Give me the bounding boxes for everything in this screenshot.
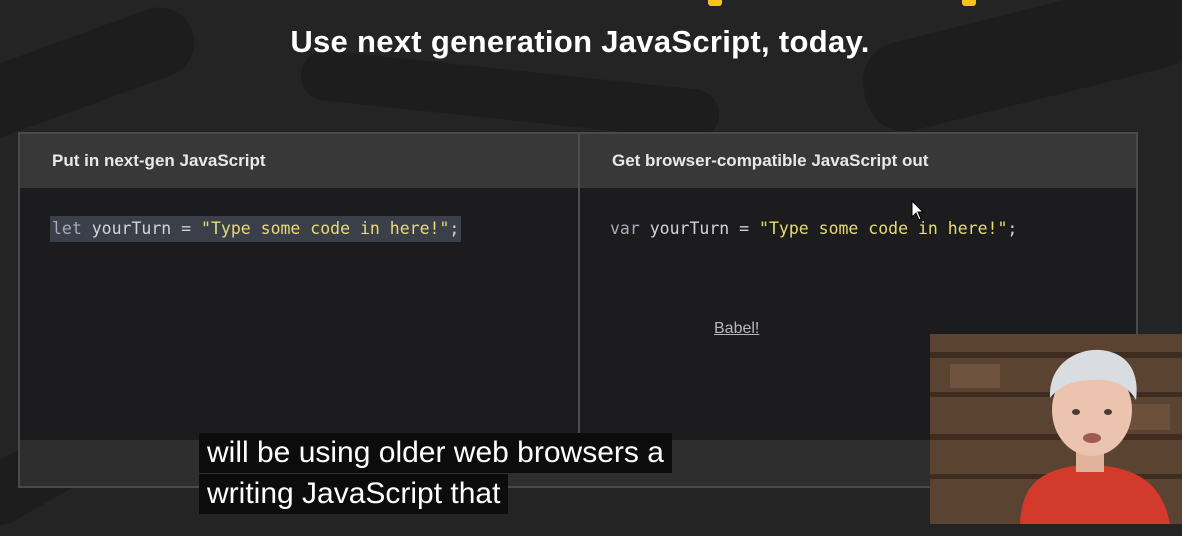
- subtitle-line-2: writing JavaScript that: [199, 474, 509, 514]
- pane-divider[interactable]: [578, 134, 580, 440]
- background-stroke: [0, 0, 205, 153]
- background-stroke: [298, 48, 722, 142]
- input-code-line[interactable]: let yourTurn = "Type some code in here!"…: [50, 216, 462, 242]
- code-terminator: ;: [449, 219, 460, 238]
- page-headline: Use next generation JavaScript, today.: [290, 24, 870, 59]
- input-pane-header: Put in next-gen JavaScript: [20, 134, 578, 188]
- code-keyword: let: [52, 219, 82, 238]
- cutoff-title-accents: [0, 0, 1182, 6]
- output-pane-header: Get browser-compatible JavaScript out: [580, 134, 1136, 188]
- code-string: "Type some code in here!": [759, 219, 1008, 238]
- code-text: yourTurn =: [81, 219, 202, 238]
- output-pane-title: Get browser-compatible JavaScript out: [612, 151, 929, 170]
- input-code-editor[interactable]: let yourTurn = "Type some code in here!"…: [20, 188, 578, 440]
- code-string: "Type some code in here!": [201, 219, 450, 238]
- babel-link[interactable]: Babel!: [714, 320, 759, 338]
- presenter-image: [930, 334, 1182, 524]
- code-keyword: var: [610, 219, 640, 238]
- presenter-webcam: [930, 334, 1182, 524]
- mouse-pointer-icon: [911, 200, 925, 221]
- output-code-line: var yourTurn = "Type some code in here!"…: [610, 216, 1017, 242]
- code-terminator: ;: [1007, 219, 1018, 238]
- subtitle-line-1: will be using older web browsers a: [199, 433, 672, 473]
- code-text: yourTurn =: [639, 219, 760, 238]
- background-stroke: [854, 0, 1182, 140]
- input-pane-title: Put in next-gen JavaScript: [52, 151, 266, 170]
